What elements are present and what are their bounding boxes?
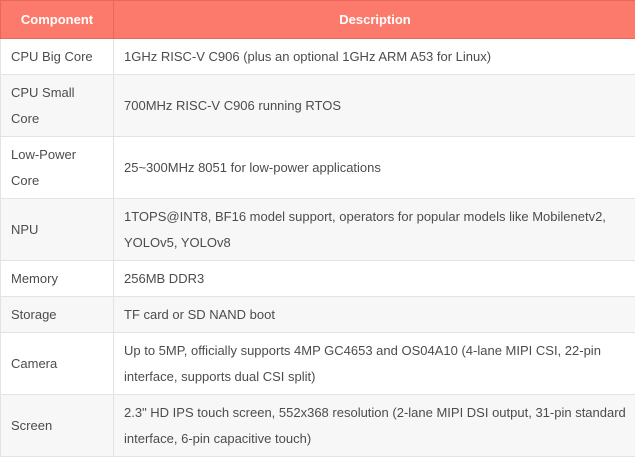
column-header-component: Component (1, 1, 114, 39)
description-cell: 700MHz RISC-V C906 running RTOS (114, 75, 635, 137)
component-cell: Memory (1, 261, 114, 297)
table-row: Storage TF card or SD NAND boot (1, 297, 635, 333)
description-cell: TF card or SD NAND boot (114, 297, 635, 333)
component-cell: Camera (1, 333, 114, 395)
component-cell: CPU Small Core (1, 75, 114, 137)
description-cell: 1GHz RISC-V C906 (plus an optional 1GHz … (114, 39, 635, 75)
table-row: Low-Power Core 25~300MHz 8051 for low-po… (1, 137, 635, 199)
spec-table: Component Description CPU Big Core 1GHz … (0, 0, 635, 457)
table-row: Camera Up to 5MP, officially supports 4M… (1, 333, 635, 395)
table-row: CPU Small Core 700MHz RISC-V C906 runnin… (1, 75, 635, 137)
component-cell: CPU Big Core (1, 39, 114, 75)
component-cell: Low-Power Core (1, 137, 114, 199)
description-cell: 256MB DDR3 (114, 261, 635, 297)
component-cell: NPU (1, 199, 114, 261)
description-cell: 1TOPS@INT8, BF16 model support, operator… (114, 199, 635, 261)
column-header-description: Description (114, 1, 635, 39)
table-row: NPU 1TOPS@INT8, BF16 model support, oper… (1, 199, 635, 261)
table-header-row: Component Description (1, 1, 635, 39)
table-row: Screen 2.3" HD IPS touch screen, 552x368… (1, 395, 635, 457)
description-cell: 25~300MHz 8051 for low-power application… (114, 137, 635, 199)
table-row: CPU Big Core 1GHz RISC-V C906 (plus an o… (1, 39, 635, 75)
description-cell: 2.3" HD IPS touch screen, 552x368 resolu… (114, 395, 635, 457)
component-cell: Storage (1, 297, 114, 333)
table-row: Memory 256MB DDR3 (1, 261, 635, 297)
component-cell: Screen (1, 395, 114, 457)
description-cell: Up to 5MP, officially supports 4MP GC465… (114, 333, 635, 395)
